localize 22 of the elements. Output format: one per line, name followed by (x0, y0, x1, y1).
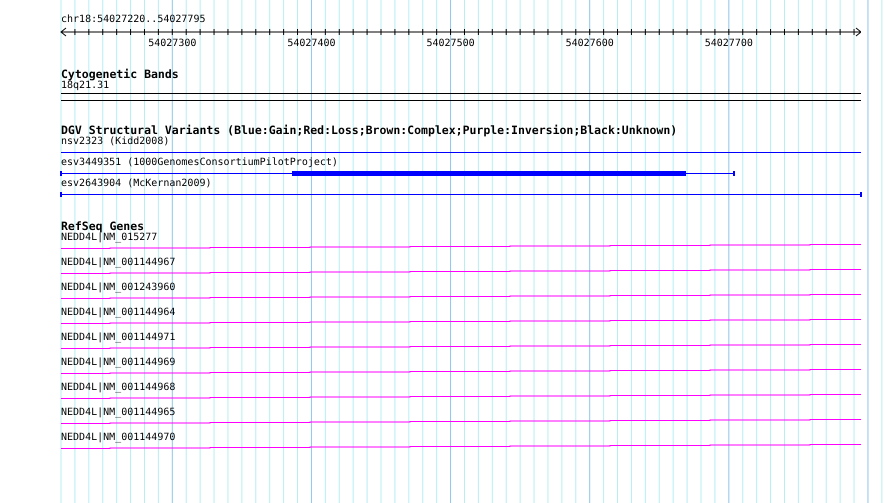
feature-label: NEDD4L|NM_015277 (61, 232, 158, 244)
feature-label: NEDD4L|NM_001144965 (61, 407, 176, 419)
feature-label: NEDD4L|NM_001144964 (61, 307, 176, 319)
tick-label: 54027700 (704, 38, 753, 50)
feature-label: NEDD4L|NM_001144969 (61, 357, 176, 369)
tick-label: 54027300 (148, 38, 196, 50)
track-title: Cytogenetic Bands (61, 68, 180, 80)
tick-label: 54027500 (426, 38, 475, 50)
feature-label: NEDD4L|NM_001243960 (61, 282, 176, 294)
feature-label: NEDD4L|NM_001144970 (61, 432, 176, 444)
feature-label: NEDD4L|NM_001144971 (61, 332, 176, 344)
feature-label: nsv2323 (Kidd2008) (61, 136, 170, 148)
tick-label: 54027400 (287, 38, 336, 50)
feature-label: NEDD4L|NM_001144968 (61, 382, 176, 394)
feature-label: 18q21.31 (61, 80, 110, 92)
track-title: RefSeq Genes (61, 220, 144, 232)
location-label: chr18:54027220..54027795 (61, 13, 206, 26)
track-title: DGV Structural Variants (Blue:Gain;Red:Loss;Brown:Complex;Purple:Inversion;Black:Unknown) (61, 124, 678, 136)
tick-label: 54027600 (566, 38, 614, 50)
feature-label: esv3449351 (1000GenomesConsortiumPilotProject) (61, 157, 339, 169)
feature-label: NEDD4L|NM_001144967 (61, 257, 176, 269)
feature-label: esv2643904 (McKernan2009) (61, 178, 213, 190)
